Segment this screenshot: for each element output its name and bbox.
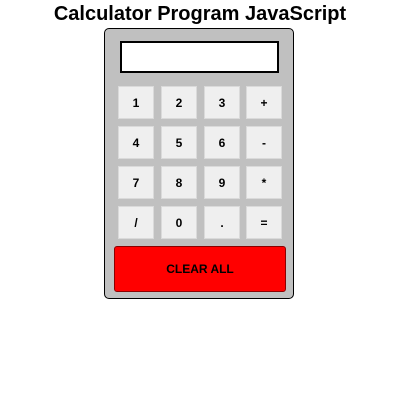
key-equals[interactable]: =: [246, 206, 282, 239]
calculator-body: 1 2 3 + 4 5 6 - 7 8 9 * / 0 . = CLEAR AL…: [104, 28, 294, 299]
clear-all-button[interactable]: CLEAR ALL: [114, 246, 286, 292]
key-1[interactable]: 1: [118, 86, 154, 119]
key-8[interactable]: 8: [161, 166, 197, 199]
display-field[interactable]: [120, 41, 279, 73]
key-minus[interactable]: -: [246, 126, 282, 159]
key-0[interactable]: 0: [161, 206, 197, 239]
key-5[interactable]: 5: [161, 126, 197, 159]
key-decimal[interactable]: .: [204, 206, 240, 239]
page-title: Calculator Program JavaScript: [53, 3, 347, 25]
key-multiply[interactable]: *: [246, 166, 282, 199]
key-9[interactable]: 9: [204, 166, 240, 199]
key-6[interactable]: 6: [204, 126, 240, 159]
key-3[interactable]: 3: [204, 86, 240, 119]
key-2[interactable]: 2: [161, 86, 197, 119]
key-7[interactable]: 7: [118, 166, 154, 199]
key-divide[interactable]: /: [118, 206, 154, 239]
key-plus[interactable]: +: [246, 86, 282, 119]
key-4[interactable]: 4: [118, 126, 154, 159]
